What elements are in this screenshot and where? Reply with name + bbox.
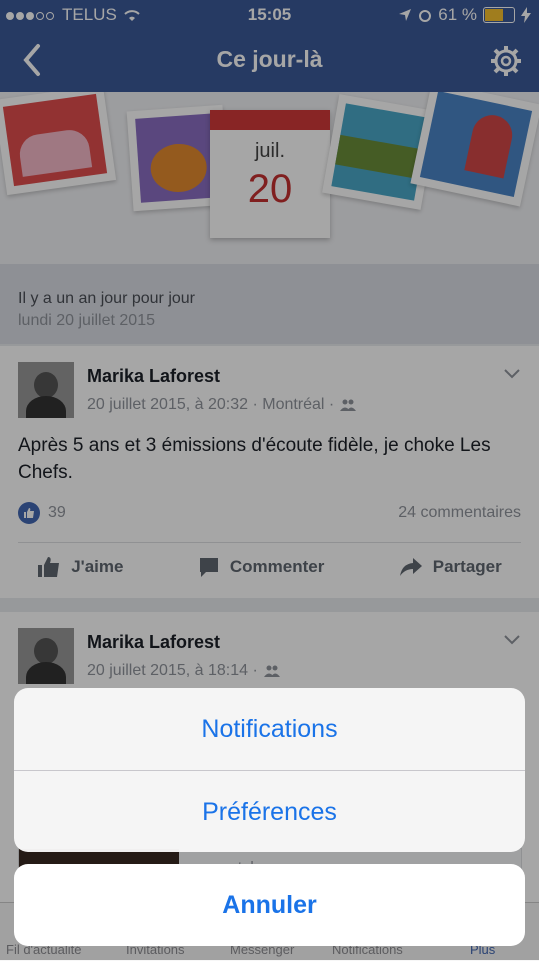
- cancel-button[interactable]: Annuler: [14, 864, 525, 946]
- notifications-option[interactable]: Notifications: [14, 688, 525, 770]
- action-sheet: Notifications Préférences: [14, 688, 525, 852]
- cancel-sheet: Annuler: [14, 864, 525, 946]
- preferences-option[interactable]: Préférences: [14, 771, 525, 852]
